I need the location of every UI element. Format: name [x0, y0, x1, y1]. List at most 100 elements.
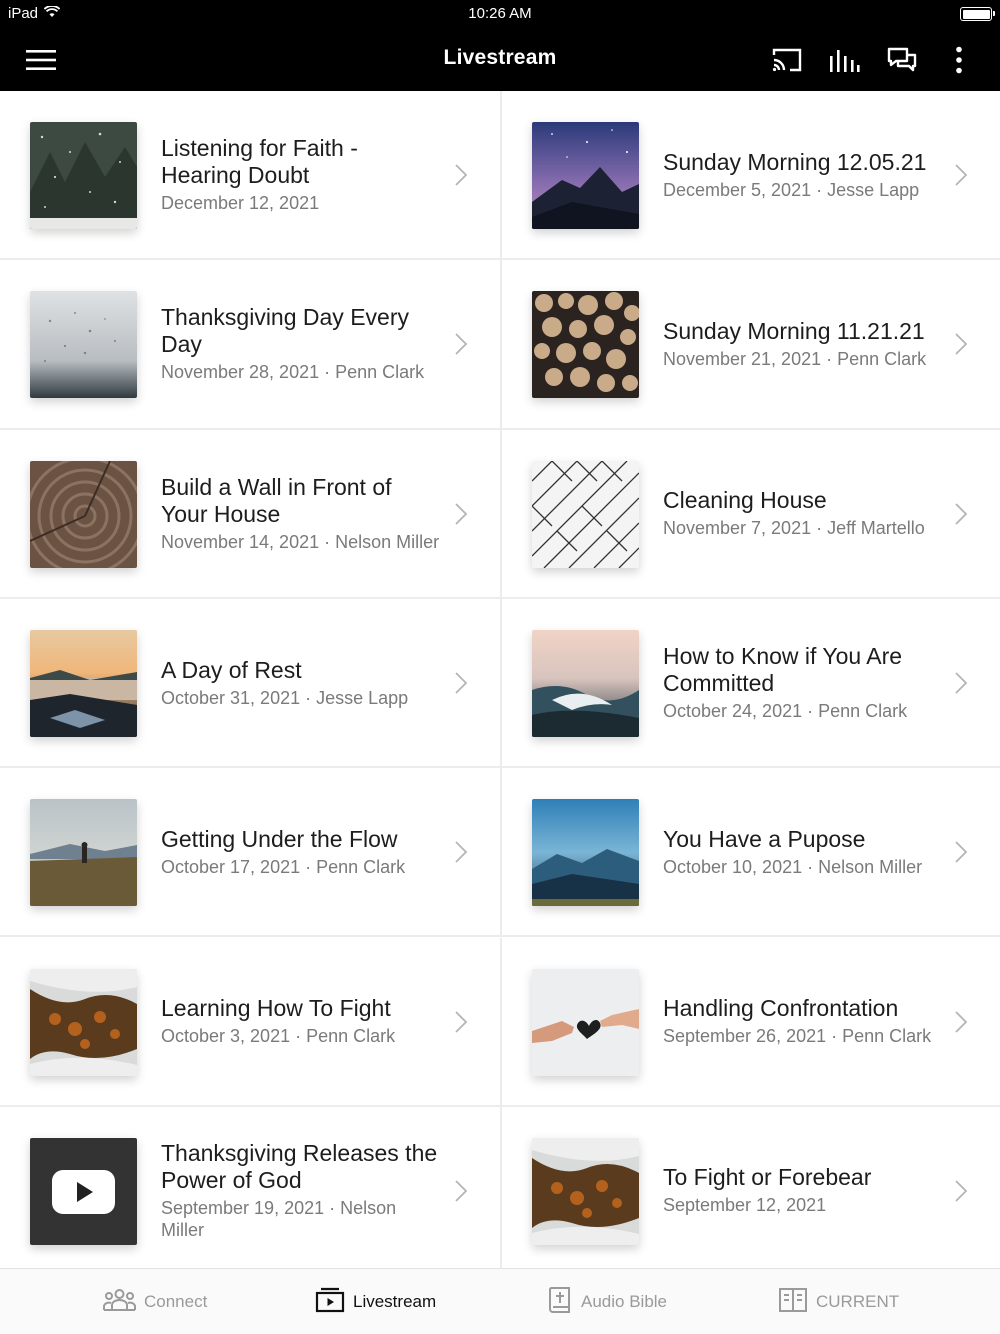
- chevron-right-icon: [455, 333, 468, 355]
- tab-audio-bible-label: Audio Bible: [581, 1292, 668, 1311]
- thumbnail-image: [532, 122, 639, 229]
- item-meta: October 17, 2021 · Penn Clark: [161, 856, 406, 877]
- livestream-item[interactable]: Thanksgiving Day Every Day November 28, 2…: [0, 260, 500, 430]
- item-title: Learning How To Fight: [161, 995, 391, 1022]
- item-text: To Fight or Forebear September 12, 2021: [663, 1107, 940, 1274]
- item-title: How to Know if You Are Committed: [663, 643, 903, 697]
- livestream-item[interactable]: To Fight or Forebear September 12, 2021: [500, 1106, 1000, 1277]
- chevron-right-icon: [955, 672, 968, 694]
- livestream-item[interactable]: Sunday Morning 12.05.21 December 5, 2021 …: [500, 91, 1000, 261]
- item-text: Learning How To Fight October 3, 2021 · P…: [161, 938, 440, 1105]
- item-meta: December 5, 2021 · Jesse Lapp: [663, 179, 920, 200]
- item-meta: October 31, 2021 · Jesse Lapp: [161, 687, 409, 708]
- tab-audio-bible[interactable]: Audio Bible: [547, 1269, 667, 1334]
- thumbnail-image: [30, 1137, 137, 1245]
- livestream-item[interactable]: Sunday Morning 11.21.21 November 21, 2021…: [500, 260, 1000, 430]
- item-title: Sunday Morning 11.21.21: [663, 317, 925, 344]
- chevron-right-icon: [455, 1010, 468, 1033]
- item-text: You Have a Pupose October 10, 2021 · Nels…: [663, 768, 940, 935]
- chevron-right-icon: [955, 164, 968, 186]
- item-text: Thanksgiving Day Every Day November 28, 2…: [161, 260, 440, 427]
- livestream-grid: Listening for Faith - Hearing Doubt Decem…: [0, 91, 1000, 1277]
- item-meta: November 28, 2021 · Penn Clark: [161, 362, 425, 383]
- livestream-item[interactable]: You Have a Pupose October 10, 2021 · Nels…: [500, 768, 1000, 938]
- tab-connect[interactable]: Connect: [103, 1269, 207, 1334]
- item-meta: December 12, 2021: [161, 193, 320, 214]
- thumbnail-image: [532, 799, 639, 907]
- thumbnail-image: [532, 1137, 639, 1245]
- item-title: Thanksgiving Releases the Power of God: [161, 1139, 438, 1193]
- thumbnail-image: [30, 968, 137, 1076]
- item-text: Handling Confrontation September 26, 2021…: [663, 938, 940, 1105]
- item-title: Sunday Morning 12.05.21: [663, 148, 927, 175]
- tab-current[interactable]: CURRENT: [778, 1269, 899, 1334]
- item-text: A Day of Rest October 31, 2021 · Jesse La…: [161, 599, 440, 766]
- thumbnail-image: [30, 799, 137, 907]
- item-text: Getting Under the Flow October 17, 2021 ·…: [161, 768, 440, 935]
- item-text: Sunday Morning 11.21.21 November 21, 2021…: [663, 260, 940, 427]
- chevron-right-icon: [455, 164, 468, 186]
- livestream-icon: [315, 1287, 345, 1318]
- chevron-right-icon: [455, 841, 468, 863]
- livestream-item[interactable]: Build a Wall in Front of Your House Novem…: [0, 430, 500, 599]
- tab-connect-label: Connect: [144, 1292, 208, 1311]
- livestream-item[interactable]: Thanksgiving Releases the Power of God Se…: [0, 1107, 500, 1277]
- cast-icon[interactable]: [767, 40, 807, 80]
- livestream-item[interactable]: Learning How To Fight October 3, 2021 · P…: [0, 938, 500, 1107]
- chevron-right-icon: [955, 502, 968, 525]
- item-text: Listening for Faith - Hearing Doubt Decem…: [161, 91, 440, 258]
- chevron-right-icon: [455, 672, 468, 694]
- thumbnail-image: [532, 629, 639, 737]
- item-title: Handling Confrontation: [663, 995, 899, 1022]
- livestream-item[interactable]: How to Know if You Are Committed October …: [500, 598, 1000, 769]
- people-icon: [103, 1288, 136, 1316]
- thumbnail-image: [532, 460, 639, 568]
- item-text: Sunday Morning 12.05.21 December 5, 2021 …: [663, 91, 940, 258]
- thumbnail-image: [30, 291, 137, 399]
- livestream-item[interactable]: Handling Confrontation September 26, 2021…: [500, 937, 1000, 1107]
- thumbnail-image: [30, 122, 137, 229]
- tab-livestream[interactable]: Livestream: [315, 1269, 436, 1334]
- chevron-right-icon: [955, 1180, 968, 1202]
- livestream-item[interactable]: A Day of Rest October 31, 2021 · Jesse La…: [0, 599, 500, 769]
- thumbnail-image: [30, 629, 137, 737]
- item-meta: September 12, 2021: [663, 1195, 827, 1216]
- status-time: 10:26 AM: [468, 5, 532, 22]
- tab-current-label: CURRENT: [816, 1292, 900, 1311]
- item-title: Listening for Faith - Hearing Doubt: [161, 135, 358, 189]
- livestream-item[interactable]: Getting Under the Flow October 17, 2021 ·…: [0, 768, 500, 938]
- tab-livestream-label: Livestream: [353, 1292, 437, 1311]
- item-title: Getting Under the Flow: [161, 825, 398, 852]
- status-bar: iPad 10:26 AM: [0, 0, 1000, 28]
- thumbnail-image: [30, 460, 137, 568]
- item-title: Thanksgiving Day Every Day: [161, 304, 409, 358]
- book-open-icon: [778, 1287, 808, 1318]
- tab-bar: Connect Livestream Audio Bible CURRENT: [0, 1268, 1000, 1334]
- item-text: How to Know if You Are Committed October …: [663, 599, 940, 766]
- item-text: Build a Wall in Front of Your House Novem…: [161, 430, 440, 597]
- chevron-right-icon: [455, 1180, 468, 1202]
- chevron-right-icon: [955, 1010, 968, 1033]
- item-meta: November 21, 2021 · Penn Clark: [663, 348, 927, 369]
- chevron-right-icon: [955, 333, 968, 355]
- item-meta: October 24, 2021 · Penn Clark: [663, 701, 908, 722]
- item-meta: September 19, 2021 · Nelson Miller: [161, 1197, 397, 1240]
- battery-icon: [960, 7, 995, 21]
- more-vertical-icon[interactable]: [939, 40, 979, 80]
- item-title: To Fight or Forebear: [663, 1164, 872, 1191]
- item-meta: November 14, 2021 · Nelson Miller: [161, 531, 440, 552]
- item-title: A Day of Rest: [161, 656, 302, 683]
- chat-icon[interactable]: [882, 40, 922, 80]
- item-meta: November 7, 2021 · Jeff Martello: [663, 518, 925, 539]
- audio-bars-icon[interactable]: [824, 40, 864, 80]
- item-meta: October 10, 2021 · Nelson Miller: [663, 856, 923, 877]
- item-title: Build a Wall in Front of Your House: [161, 473, 392, 527]
- bible-icon: [547, 1286, 573, 1319]
- livestream-item[interactable]: Cleaning House November 7, 2021 · Jeff Ma…: [500, 429, 1000, 599]
- chevron-right-icon: [455, 502, 468, 525]
- chevron-right-icon: [955, 841, 968, 863]
- item-text: Thanksgiving Releases the Power of God Se…: [161, 1107, 440, 1274]
- thumbnail-image: [532, 968, 639, 1076]
- item-meta: October 3, 2021 · Penn Clark: [161, 1026, 396, 1047]
- livestream-item[interactable]: Listening for Faith - Hearing Doubt Decem…: [0, 91, 500, 261]
